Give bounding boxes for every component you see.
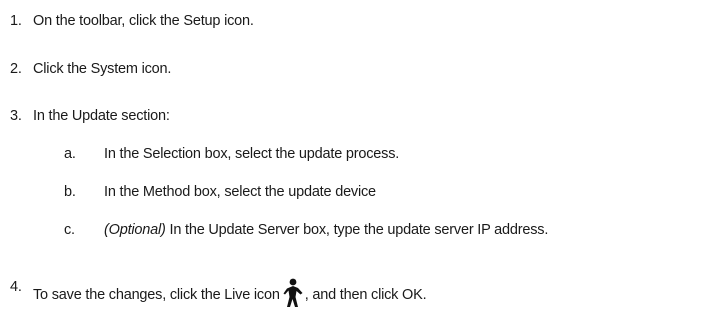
substep-text: In the Update Server box, type the updat… xyxy=(165,222,549,238)
step-text: To save the changes, click the Live icon xyxy=(33,287,280,303)
substep-text: In the Selection box, select the update … xyxy=(104,146,400,162)
substep-letter: c. xyxy=(64,222,75,238)
step-number: 1. xyxy=(10,13,22,29)
substep-letter: a. xyxy=(64,146,76,162)
optional-label: (Optional) xyxy=(104,222,166,238)
step-number: 2. xyxy=(10,61,22,77)
substep-text-container: (Optional) In the Update Server box, typ… xyxy=(104,221,548,239)
step-text: In the Update section: xyxy=(33,108,170,124)
person-walking-icon xyxy=(282,278,304,308)
substep-letter: b. xyxy=(64,184,76,200)
step-text: Click the System icon. xyxy=(33,61,172,77)
step-text-end: , and then click OK. xyxy=(304,287,427,303)
instruction-document: 1. On the toolbar, click the Setup icon.… xyxy=(0,0,705,319)
substep-text: In the Method box, select the update dev… xyxy=(104,184,376,200)
step-text: On the toolbar, click the Setup icon. xyxy=(33,13,254,29)
step-number: 4. xyxy=(10,279,22,295)
step-number: 3. xyxy=(10,108,22,124)
step-text-container: To save the changes, click the Live icon… xyxy=(33,278,427,308)
